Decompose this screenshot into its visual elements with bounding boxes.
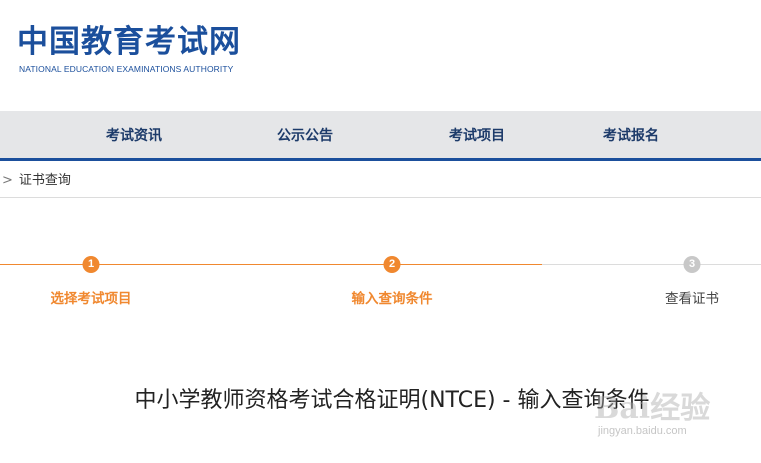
site-logo[interactable]: 中国教育考试网 bbox=[17, 22, 241, 62]
breadcrumb-separator: > bbox=[2, 173, 13, 188]
nav-item-announcements[interactable]: 公示公告 bbox=[277, 111, 333, 161]
nav-item-exam-news[interactable]: 考试资讯 bbox=[106, 111, 162, 161]
site-logo-subtitle: NATIONAL EDUCATION EXAMINATIONS AUTHORIT… bbox=[19, 64, 234, 74]
progress-line-remaining bbox=[542, 264, 761, 265]
site-header: 中国教育考试网 NATIONAL EDUCATION EXAMINATIONS … bbox=[0, 0, 761, 111]
step-1-marker: 1 bbox=[82, 256, 100, 273]
step-1-label[interactable]: 选择考试项目 bbox=[51, 287, 132, 307]
watermark-url: jingyan.baidu.com bbox=[598, 425, 687, 437]
step-3-label: 查看证书 bbox=[665, 291, 719, 307]
nav-item-exam-registration[interactable]: 考试报名 bbox=[603, 111, 659, 161]
nav-item-exam-projects[interactable]: 考试项目 bbox=[449, 111, 505, 161]
page-title: 中小学教师资格考试合格证明(NTCE) - 输入查询条件 bbox=[134, 388, 650, 413]
breadcrumb: > 证书查询 bbox=[0, 164, 761, 198]
step-3-marker: 3 bbox=[683, 256, 701, 273]
step-2-marker: 2 bbox=[383, 256, 401, 273]
step-2-label: 输入查询条件 bbox=[351, 291, 433, 307]
main-nav: 考试资讯 公示公告 考试项目 考试报名 bbox=[0, 111, 761, 161]
progress-line-completed bbox=[0, 264, 542, 265]
breadcrumb-current[interactable]: 证书查询 bbox=[19, 173, 71, 188]
